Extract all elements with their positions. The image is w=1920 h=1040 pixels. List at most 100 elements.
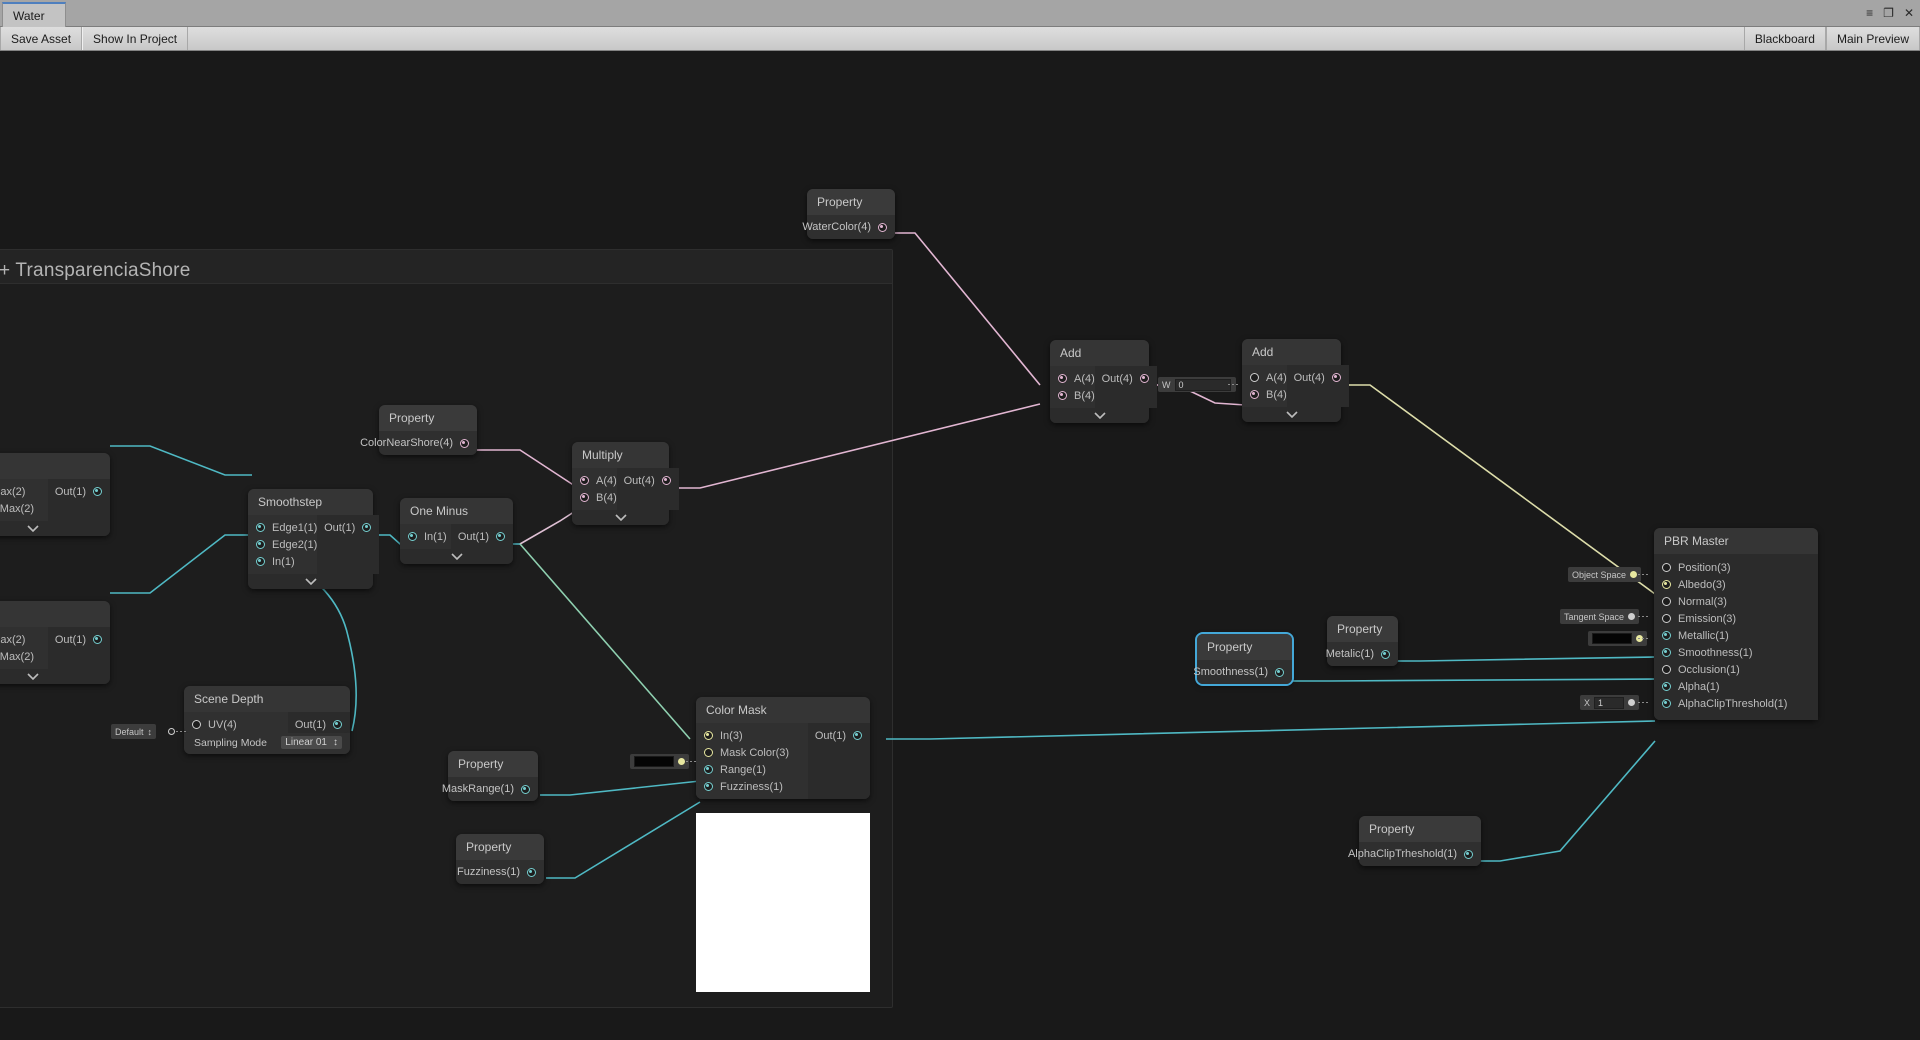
scene-depth-uv-default-widget[interactable]: Default ↕ — [111, 724, 157, 739]
port-dot-icon[interactable] — [704, 748, 713, 757]
node-one-minus[interactable]: One Minus In(1) Out(1) — [400, 498, 513, 564]
port-out[interactable]: Out(1) — [48, 483, 110, 500]
node-pbr-master[interactable]: PBR Master Position(3) Albedo(3) Normal(… — [1654, 528, 1818, 720]
port-out[interactable]: Out(1) — [808, 727, 870, 744]
property-row[interactable]: ColorNearShore(4) — [360, 431, 477, 455]
widget-connector-dot[interactable] — [1628, 613, 1636, 620]
port-dot-icon[interactable] — [704, 765, 713, 774]
property-node-maskrange[interactable]: Property MaskRange(1) — [442, 751, 538, 801]
port-out[interactable]: Out(1) — [451, 528, 513, 545]
blackboard-toggle-button[interactable]: Blackboard — [1743, 27, 1826, 50]
node-remap-b[interactable]: In Max(2) Min Max(2) Out(1) — [0, 601, 110, 684]
property-node-smoothness[interactable]: Property Smoothness(1) — [1193, 634, 1292, 684]
port-dot-icon[interactable] — [460, 438, 469, 448]
port-out[interactable]: Out(4) — [1287, 369, 1349, 386]
port-in-alpha[interactable]: Alpha(1) — [1654, 678, 1818, 695]
node-scene-depth[interactable]: Scene Depth UV(4) Out(1) Sampling Mode L… — [184, 686, 350, 754]
port-out[interactable]: Out(1) — [317, 519, 379, 536]
property-node-fuzziness[interactable]: Property Fuzziness(1) — [456, 834, 544, 884]
pbr-occlusion-widget[interactable]: X 1 — [1580, 695, 1640, 710]
port-in-metallic[interactable]: Metallic(1) — [1654, 627, 1818, 644]
save-asset-button[interactable]: Save Asset — [0, 27, 83, 50]
property-row[interactable]: Smoothness(1) — [1193, 660, 1292, 684]
port-in[interactable]: In Max(2) — [0, 631, 48, 648]
port-in-mask-color[interactable]: Mask Color(3) — [696, 744, 808, 761]
port-dot-icon[interactable] — [362, 523, 372, 532]
pbr-normal-space-widget[interactable]: Tangent Space — [1560, 609, 1640, 624]
port-in-value[interactable]: In(1) — [248, 553, 317, 570]
port-in[interactable]: Min Max(2) — [0, 648, 48, 665]
port-dot-icon[interactable] — [1662, 665, 1671, 674]
node-add-2[interactable]: Add A(4) B(4) Out(4) — [1242, 339, 1349, 422]
port-in-edge2[interactable]: Edge2(1) — [248, 536, 317, 553]
tab-water[interactable]: Water — [2, 2, 66, 27]
port-dot-icon[interactable] — [408, 532, 417, 541]
port-in-normal[interactable]: Normal(3) — [1654, 593, 1818, 610]
sampling-mode-dropdown[interactable]: Linear 01 ↕ — [281, 736, 342, 749]
port-dot-icon[interactable] — [1662, 597, 1671, 606]
port-dot-icon[interactable] — [93, 487, 102, 496]
property-row[interactable]: WaterColor(4) — [802, 215, 895, 239]
close-window-icon[interactable]: ✕ — [1904, 7, 1914, 19]
port-dot-icon[interactable] — [256, 557, 265, 566]
port-in[interactable]: In(1) — [400, 528, 451, 545]
uv-widget-connector-dot[interactable] — [168, 728, 175, 735]
port-in-b[interactable]: B(4) — [1050, 387, 1095, 404]
port-dot-icon[interactable] — [1662, 648, 1671, 657]
port-in-position[interactable]: Position(3) — [1654, 559, 1818, 576]
port-dot-icon[interactable] — [1662, 614, 1671, 623]
pbr-position-space-widget[interactable]: Object Space — [1568, 567, 1642, 582]
property-row[interactable]: Fuzziness(1) — [456, 860, 544, 884]
color-mask-preview[interactable] — [696, 813, 870, 992]
port-dot-icon[interactable] — [1275, 667, 1284, 677]
port-in-color[interactable]: In(3) — [696, 727, 808, 744]
occlusion-value-input[interactable]: 1 — [1594, 696, 1625, 709]
node-color-mask[interactable]: Color Mask In(3) Mask Color(3) Range(1) — [696, 697, 870, 799]
show-in-project-button[interactable]: Show In Project — [82, 27, 189, 50]
port-in-uv[interactable]: UV(4) — [184, 716, 288, 733]
node-add-1[interactable]: Add A(4) B(4) Out(4) — [1050, 340, 1157, 423]
port-in-fuzziness[interactable]: Fuzziness(1) — [696, 778, 808, 795]
main-preview-toggle-button[interactable]: Main Preview — [1825, 27, 1920, 50]
port-dot-icon[interactable] — [93, 635, 102, 644]
port-dot-icon[interactable] — [1464, 849, 1473, 859]
add2-a-vector-widget[interactable]: W 0 — [1158, 377, 1236, 392]
property-row[interactable]: Metalic(1) — [1326, 642, 1398, 666]
node-collapse-toggle[interactable] — [1050, 408, 1149, 423]
hamburger-menu-icon[interactable]: ≡ — [1866, 7, 1873, 19]
port-in-albedo[interactable]: Albedo(3) — [1654, 576, 1818, 593]
port-in[interactable]: In Max(2) — [0, 483, 48, 500]
port-dot-icon[interactable] — [1058, 374, 1067, 383]
port-dot-icon[interactable] — [1058, 391, 1067, 400]
port-dot-icon[interactable] — [704, 731, 713, 740]
node-smoothstep[interactable]: Smoothstep Edge1(1) Edge2(1) In(1) Out(1… — [248, 489, 380, 589]
port-in-b[interactable]: B(4) — [572, 489, 617, 506]
port-dot-icon[interactable] — [521, 784, 530, 794]
node-collapse-toggle[interactable] — [1242, 407, 1341, 422]
port-dot-icon[interactable] — [878, 222, 887, 232]
port-dot-icon[interactable] — [527, 867, 536, 877]
port-dot-icon[interactable] — [661, 476, 671, 485]
property-node-watercolor[interactable]: Property WaterColor(4) — [802, 189, 895, 239]
port-dot-icon[interactable] — [1250, 390, 1259, 399]
port-dot-icon[interactable] — [256, 523, 265, 532]
mask-color-swatch-widget[interactable] — [630, 754, 689, 769]
port-dot-icon[interactable] — [1662, 699, 1671, 708]
port-dot-icon[interactable] — [1662, 682, 1671, 691]
port-dot-icon[interactable] — [1662, 631, 1671, 640]
port-in-alphaclipthreshold[interactable]: AlphaClipThreshold(1) — [1654, 695, 1818, 712]
widget-connector-dot[interactable] — [678, 758, 685, 765]
port-in-smoothness[interactable]: Smoothness(1) — [1654, 644, 1818, 661]
port-dot-icon[interactable] — [192, 720, 201, 729]
node-multiply[interactable]: Multiply A(4) B(4) Out(4) — [572, 442, 679, 525]
port-out[interactable]: Out(4) — [1095, 370, 1157, 387]
port-dot-icon[interactable] — [1250, 373, 1259, 382]
node-collapse-toggle[interactable] — [0, 521, 110, 536]
color-swatch-icon[interactable] — [634, 756, 674, 767]
node-collapse-toggle[interactable] — [0, 669, 110, 684]
property-row[interactable]: MaskRange(1) — [442, 777, 538, 801]
color-swatch-icon[interactable] — [1592, 633, 1632, 644]
port-in-edge1[interactable]: Edge1(1) — [248, 519, 317, 536]
port-out[interactable]: Out(4) — [617, 472, 679, 489]
port-dot-icon[interactable] — [704, 782, 713, 791]
